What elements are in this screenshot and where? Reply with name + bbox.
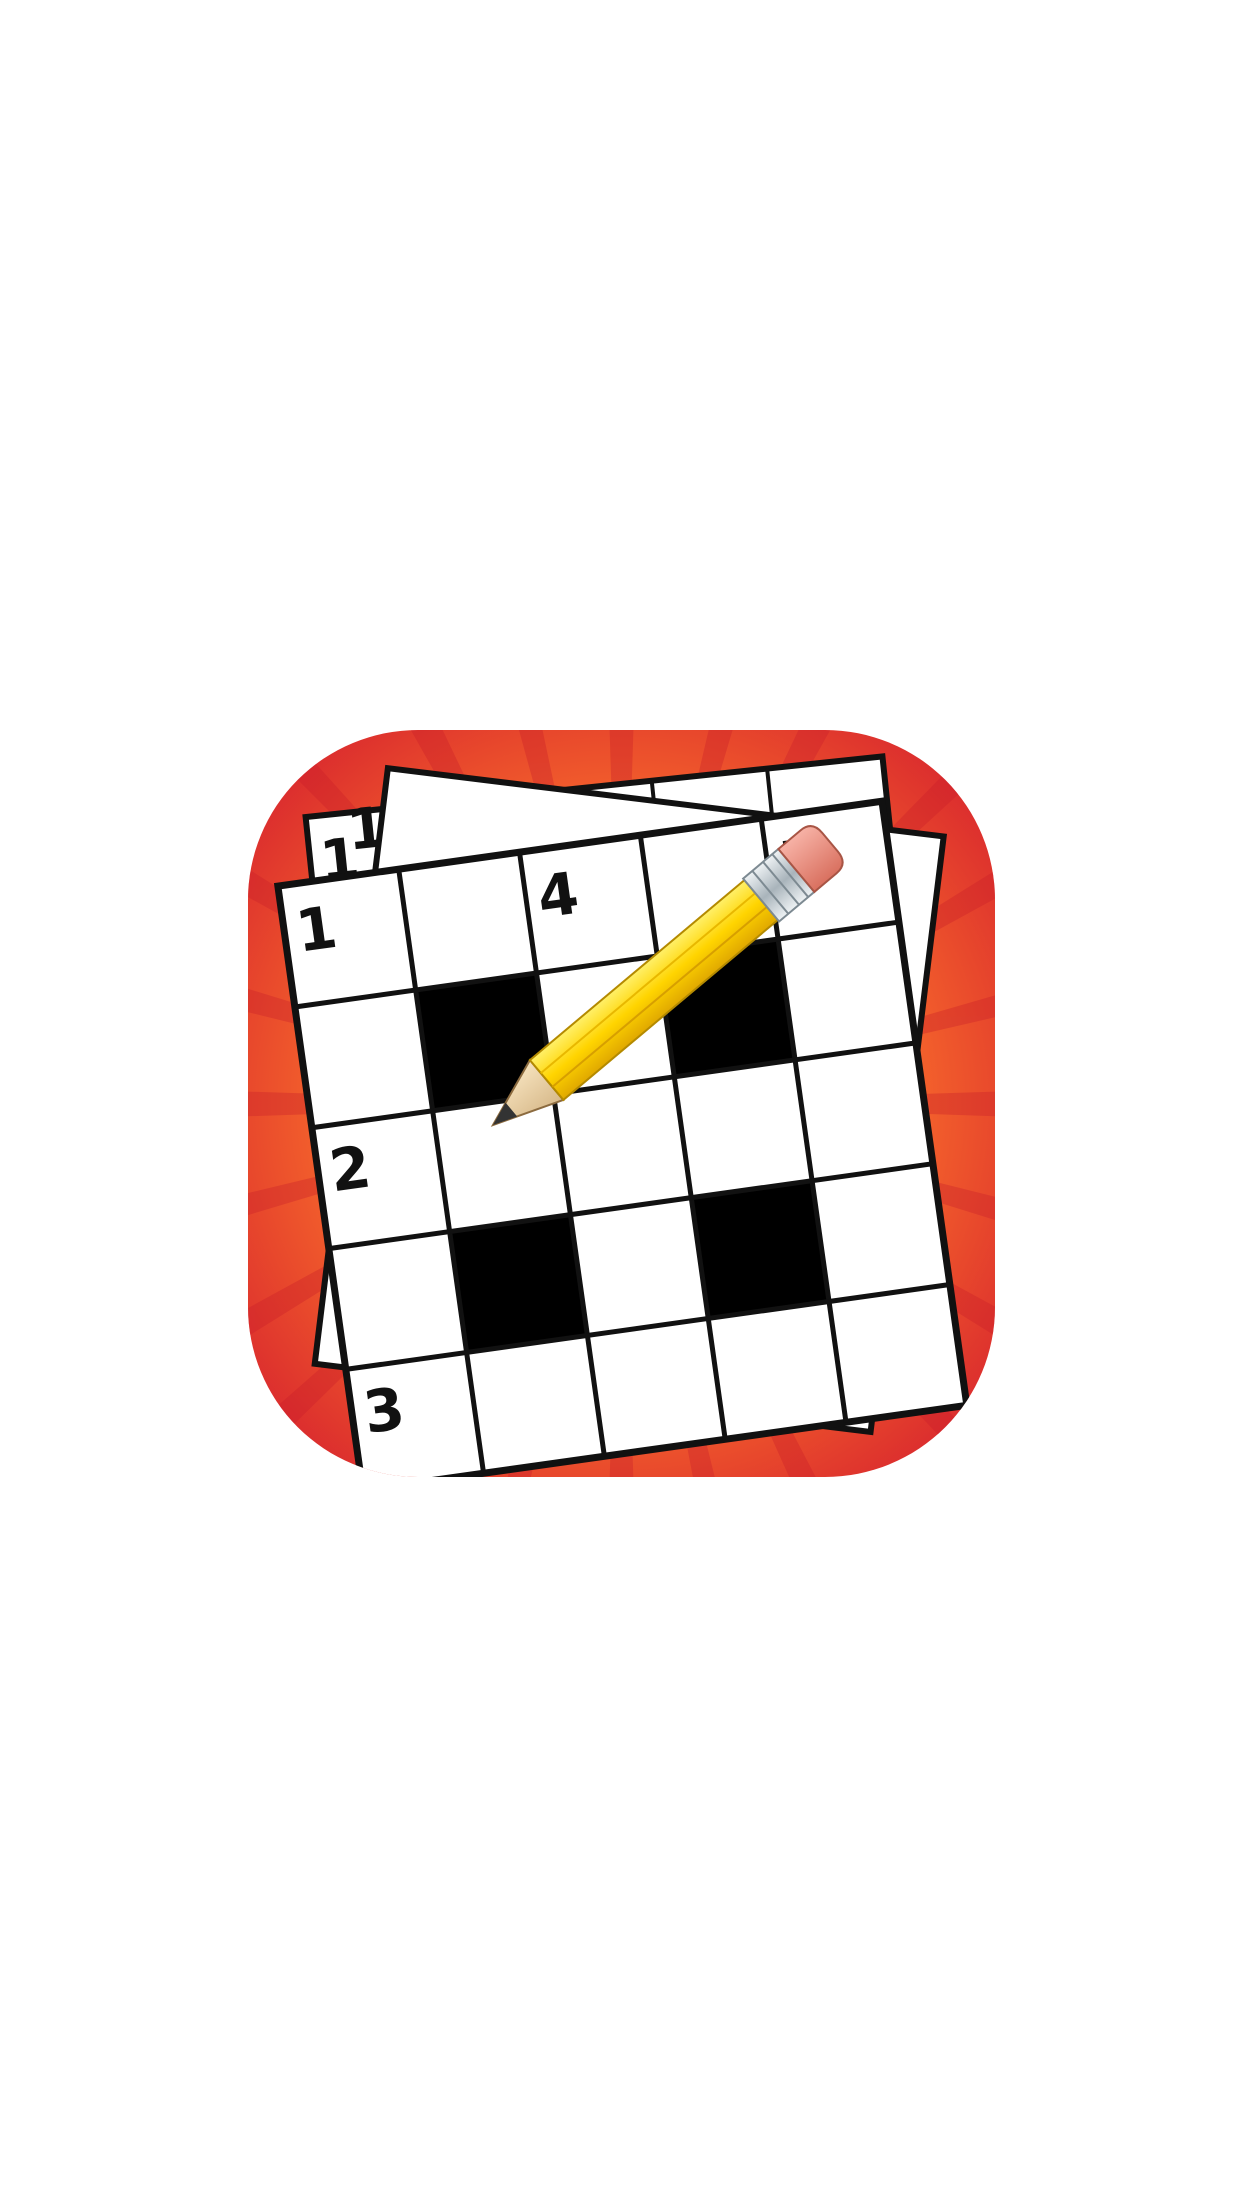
- crossword-icon-graphic: 1 1 3: [248, 730, 995, 1477]
- crossword-app-icon[interactable]: 1 1 3: [248, 730, 995, 1477]
- black-cell: [449, 1214, 588, 1353]
- front-crossword-grid: 1 4 5 2 3: [273, 797, 971, 1477]
- black-cell: [691, 1180, 830, 1319]
